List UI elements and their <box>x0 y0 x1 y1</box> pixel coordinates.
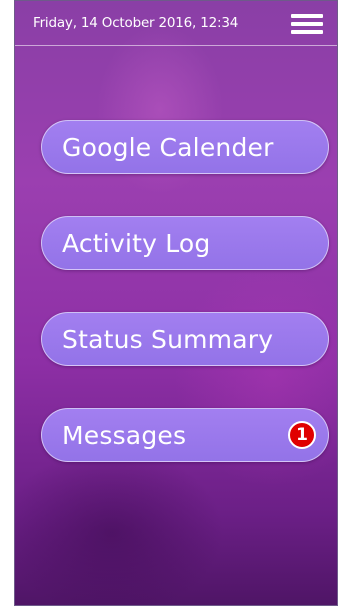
messages-button[interactable]: Messages 1 <box>41 408 329 462</box>
status-divider <box>15 45 337 46</box>
app-screen: Friday, 14 October 2016, 12:34 Google Ca… <box>14 0 338 606</box>
menu-line <box>291 22 323 26</box>
menu-item-label: Status Summary <box>62 324 274 354</box>
hamburger-menu-icon[interactable] <box>291 12 323 34</box>
menu-line <box>291 14 323 18</box>
status-bar: Friday, 14 October 2016, 12:34 <box>15 1 337 45</box>
status-summary-button[interactable]: Status Summary <box>41 312 329 366</box>
menu-item-label: Messages <box>62 420 187 450</box>
menu-item-label: Google Calender <box>62 132 274 162</box>
activity-log-button[interactable]: Activity Log <box>41 216 329 270</box>
unread-count-badge: 1 <box>288 421 316 449</box>
date-time-label: Friday, 14 October 2016, 12:34 <box>33 15 239 31</box>
menu-item-label: Activity Log <box>62 228 211 258</box>
menu-line <box>291 30 323 34</box>
google-calendar-button[interactable]: Google Calender <box>41 120 329 174</box>
main-menu: Google Calender Activity Log Status Summ… <box>41 120 329 504</box>
